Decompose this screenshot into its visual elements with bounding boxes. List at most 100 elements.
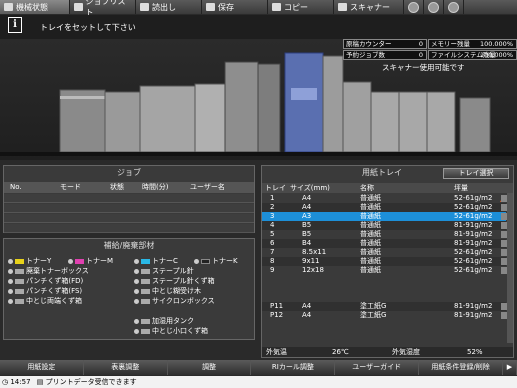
status-dot-icon xyxy=(194,259,199,264)
toner-m-swatch xyxy=(75,259,84,264)
paper-weight: 52-61g/m2 xyxy=(454,248,493,256)
paper-name: 普通紙 xyxy=(360,203,381,211)
col-status: 状態 xyxy=(110,183,124,191)
tab-label: 読出し xyxy=(152,2,176,12)
status-dot-icon xyxy=(134,319,139,324)
tray-size: A4 xyxy=(302,302,312,310)
job-table-header: No. モード 状態 時間(分) ユーザー名 xyxy=(4,182,254,193)
tab-machine-status[interactable]: 機械状態 xyxy=(0,0,70,14)
col-weight: 坪量 xyxy=(454,184,468,192)
save-icon xyxy=(206,3,215,11)
paper-name: 普通紙 xyxy=(360,257,381,265)
paper-name: 普通紙 xyxy=(360,266,381,274)
col-no: No. xyxy=(10,183,22,191)
supply-saddle-trim: 中とじ両端くず箱 xyxy=(8,297,82,306)
original-counter: 原稿カウンター 0 xyxy=(343,39,427,49)
supply-toner-c: トナーC xyxy=(134,257,178,266)
environment-footer: 外気温 26℃ 外気湿度 52% xyxy=(262,347,513,357)
status-dot-icon xyxy=(8,289,13,294)
tray-scrollbar[interactable] xyxy=(507,193,513,343)
tray-number: 9 xyxy=(270,266,275,274)
supply-toner-m: トナーM xyxy=(68,257,113,266)
print-data-icon: ▤ xyxy=(36,378,44,386)
paper-weight: 81-91g/m2 xyxy=(454,239,493,247)
adjust-button[interactable]: 調整 xyxy=(167,360,252,375)
status-dot-icon xyxy=(134,289,139,294)
tray-number: 8 xyxy=(270,257,275,265)
paper-name: 塗工紙G xyxy=(360,302,387,310)
status-dot-icon xyxy=(8,299,13,304)
tray-size: B4 xyxy=(302,239,312,247)
memory-label: メモリー残量 xyxy=(431,40,470,48)
copy-icon xyxy=(272,3,281,11)
tab-scanner[interactable]: スキャナー xyxy=(334,0,404,14)
job-row[interactable] xyxy=(4,204,254,213)
paper-name: 普通紙 xyxy=(360,239,381,247)
counters-panel: 原稿カウンター 0 メモリー残量 100.000% 予約ジョブ数 0 ファイルシ… xyxy=(343,39,517,61)
status-dot-icon xyxy=(134,329,139,334)
recall-icon xyxy=(140,3,149,11)
tray-row[interactable]: 8 9x11 普通紙 52-61g/m2 xyxy=(262,257,510,266)
tray-row[interactable]: 4 B5 普通紙 81-91g/m2 xyxy=(262,221,510,230)
machine-icon xyxy=(4,3,13,11)
paper-weight: 52-61g/m2 xyxy=(454,194,493,202)
tray-panel: 用紙トレイ トレイ選択 トレイ サイズ(mm) 名称 坪量 ▲ 1A4普通紙52… xyxy=(261,165,514,358)
original-counter-label: 原稿カウンター xyxy=(346,40,392,48)
punch-icon xyxy=(15,279,24,284)
supply-humidifier-tank: 加湿用タンク xyxy=(134,317,194,326)
paper-register-delete-button[interactable]: 用紙条件登録/削除 xyxy=(419,360,503,375)
tray-number: P12 xyxy=(270,311,284,319)
humidity-label: 外気湿度 xyxy=(392,348,420,356)
tray-row[interactable]: 1 A4 普通紙 52-61g/m2 xyxy=(262,194,510,203)
status-dot-icon xyxy=(134,259,139,264)
tray-table-header: トレイ サイズ(mm) 名称 坪量 xyxy=(262,183,513,193)
tab-recall[interactable]: 読出し xyxy=(136,0,202,14)
job-row[interactable] xyxy=(4,224,254,233)
status-dot-icon xyxy=(134,269,139,274)
tray-row[interactable]: 9 12x18 普通紙 52-61g/m2 xyxy=(262,266,510,275)
staple-icon xyxy=(141,279,150,284)
supply-label: 廃棄トナーボックス xyxy=(26,267,89,275)
user-button[interactable] xyxy=(424,0,444,14)
paper-setting-button[interactable]: 用紙設定 xyxy=(0,360,84,375)
supply-waste-toner: 廃棄トナーボックス xyxy=(8,267,89,276)
tray-row[interactable]: 6 B4 普通紙 81-91g/m2 xyxy=(262,239,510,248)
clock-icon: ◷ xyxy=(2,378,9,386)
tray-row[interactable]: P12 A4 塗工紙G 81-91g/m2 xyxy=(262,311,510,320)
job-row[interactable] xyxy=(4,194,254,203)
tray-row[interactable]: 5 B5 普通紙 81-91g/m2 xyxy=(262,230,510,239)
supply-staples: ステープル針 xyxy=(134,267,194,276)
power-button[interactable] xyxy=(444,0,464,14)
tray-row[interactable]: 7 8.5x11 普通紙 52-61g/m2 xyxy=(262,248,510,257)
supply-toner-y: トナーY xyxy=(8,257,51,266)
paper-weight: 81-91g/m2 xyxy=(454,311,493,319)
paper-name: 普通紙 xyxy=(360,230,381,238)
toner-c-swatch xyxy=(141,259,150,264)
tray-number: 5 xyxy=(270,230,275,238)
paper-weight: 81-91g/m2 xyxy=(454,230,493,238)
tray-row[interactable]: 2 A4 普通紙 52-61g/m2 xyxy=(262,203,510,212)
tab-copy[interactable]: コピー xyxy=(268,0,334,14)
job-panel: ジョブ No. モード 状態 時間(分) ユーザー名 xyxy=(3,165,255,233)
tab-job-list[interactable]: ジョブリスト xyxy=(70,0,136,17)
supply-punch-fd: パンチくず箱(FD) xyxy=(8,277,83,286)
next-arrow-button[interactable]: ▶ xyxy=(502,360,517,375)
reserved-jobs-label: 予約ジョブ数 xyxy=(346,51,385,59)
tray-row[interactable]: P11 A4 塗工紙G 81-91g/m2 xyxy=(262,302,510,311)
tray-row[interactable]: 3 A3 普通紙 52-61g/m2 xyxy=(262,212,510,221)
supply-label: 中とじ両端くず箱 xyxy=(26,297,82,305)
reserved-jobs: 予約ジョブ数 0 xyxy=(343,50,427,60)
job-row[interactable] xyxy=(4,214,254,223)
tray-number: P11 xyxy=(270,302,284,310)
tab-label: 機械状態 xyxy=(16,2,48,12)
paper-name: 普通紙 xyxy=(360,212,381,220)
toolbox-button[interactable] xyxy=(404,0,424,14)
ri-curl-adjust-button[interactable]: RIカール調整 xyxy=(251,360,336,375)
tab-save[interactable]: 保存 xyxy=(202,0,268,14)
user-guide-button[interactable]: ユーザーガイド xyxy=(335,360,420,375)
front-back-adjust-button[interactable]: 表裏調整 xyxy=(83,360,168,375)
paper-name: 普通紙 xyxy=(360,221,381,229)
status-text: プリントデータ受信できます xyxy=(45,378,137,386)
tray-select-button[interactable]: トレイ選択 xyxy=(443,168,509,179)
paper-name: 塗工紙G xyxy=(360,311,387,319)
